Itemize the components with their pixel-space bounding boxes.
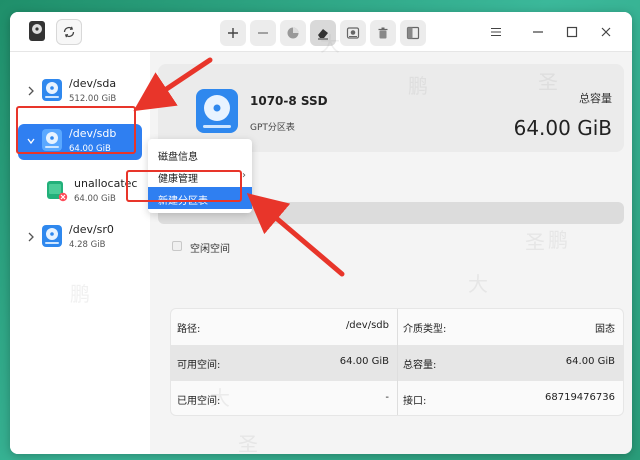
used-space-value: - [385,392,389,403]
delete-button[interactable] [370,20,396,46]
device-size: 512.00 GiB [69,94,117,104]
watermark: 鹏 [408,74,428,98]
disk-info-table: 路径: /dev/sdb 介质类型: 固态 可用空间: 64.00 GiB 总容… [170,308,624,416]
media-type-value: 固态 [595,324,615,335]
free-space-swatch [172,241,182,251]
watermark: 大 [210,386,230,410]
minus-icon [258,32,268,34]
watermark: 大 [468,272,488,296]
menu-icon [491,27,501,37]
disk-icon [42,79,62,101]
maximize-button[interactable] [562,22,582,42]
maximize-icon [566,26,578,38]
close-icon [601,27,611,37]
device-name: /dev/sda [69,77,117,90]
pie-icon [287,27,299,39]
path-value: /dev/sdb [345,320,389,331]
refresh-icon [63,26,75,38]
refresh-button[interactable] [56,19,82,45]
free-space-info-label: 可用空间: [177,360,221,371]
annotation-highlight-sdb [16,106,136,154]
watermark: 圣 [525,230,545,254]
partition-view-button[interactable] [400,20,426,46]
watermark: 鹏 [70,282,90,306]
chevron-right-icon [28,232,34,242]
backup-button[interactable] [340,20,366,46]
device-name: /dev/sr0 [69,223,114,236]
chevron-right-icon [28,86,34,96]
sidebar-item-sr0[interactable]: /dev/sr0 4.28 GiB [18,220,142,256]
disk-utility-window: /dev/sda 512.00 GiB /dev/sdb 64.00 GiB u… [10,12,632,454]
close-button[interactable] [596,22,616,42]
device-size: 64.00 GiB [74,194,116,204]
media-type-label: 介质类型: [403,324,447,335]
layout-icon [406,26,420,40]
resize-button[interactable] [280,20,306,46]
sidebar-item-sda[interactable]: /dev/sda 512.00 GiB [18,74,142,110]
capacity-label: 总容量 [579,92,612,105]
total-capacity-value: 64.00 GiB [565,356,615,367]
disk-icon [42,225,62,247]
capacity-value: 64.00 GiB [513,116,612,140]
free-space-info-value: 64.00 GiB [339,356,389,367]
watermark: 鹏 [548,228,568,252]
column-divider [397,309,398,415]
plus-icon [228,28,238,38]
watermark: 圣 [538,70,558,94]
minimize-icon [533,31,543,33]
partition-icon [47,181,68,202]
trash-icon [378,27,388,39]
interface-label: 接口: [403,396,427,407]
app-disk-icon [29,21,45,41]
free-space-label: 空闲空间 [190,244,230,255]
disk-large-icon [196,89,238,133]
total-capacity-label: 总容量: [403,360,437,371]
annotation-highlight-menu [126,170,242,202]
minimize-button[interactable] [528,22,548,42]
menu-item-disk-info[interactable]: 磁盘信息 [148,143,252,165]
delete-partition-button[interactable] [250,20,276,46]
path-label: 路径: [177,324,201,335]
disk-model: 1070-8 SSD [250,94,328,108]
chevron-right-icon: › [242,170,246,181]
menu-item-label: 磁盘信息 [158,152,198,163]
interface-value: 68719476736 [545,392,615,403]
main-menu-button[interactable] [486,22,506,42]
device-size: 4.28 GiB [69,240,106,250]
watermark: 圣 [238,432,258,454]
partition-table-type: GPT分区表 [250,123,295,133]
add-partition-button[interactable] [220,20,246,46]
image-disk-icon [346,27,360,39]
watermark: 大 [320,32,340,56]
